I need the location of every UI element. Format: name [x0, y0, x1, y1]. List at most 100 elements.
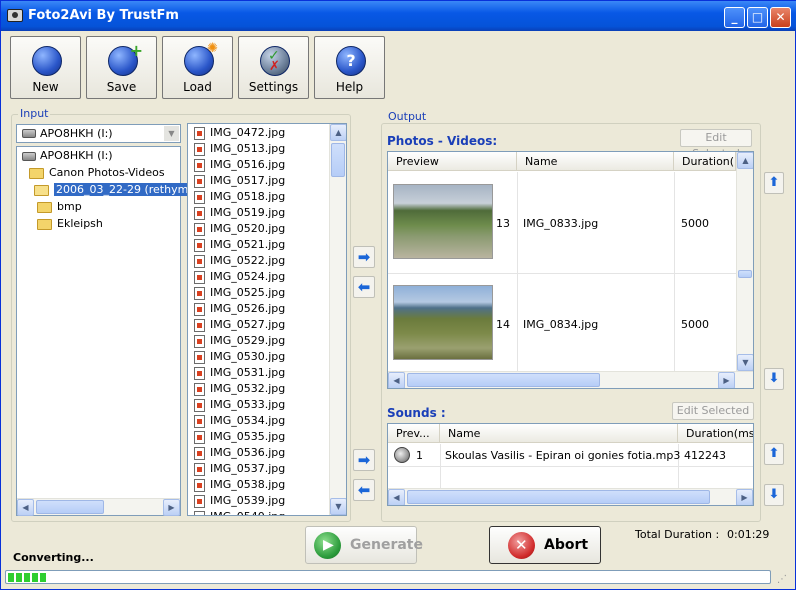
tree-item-label: APO8HKH (I:)	[40, 149, 113, 162]
column-header-preview[interactable]: Prev...	[388, 424, 440, 443]
file-list-item[interactable]: IMG_0516.jpg	[194, 157, 285, 173]
file-list-item[interactable]: IMG_0538.jpg	[194, 477, 285, 493]
image-file-icon	[194, 238, 205, 252]
scroll-left-icon[interactable]: ◀	[17, 499, 34, 516]
file-list[interactable]: IMG_0472.jpg IMG_0513.jpg IMG_0516.jpg IMG_…	[187, 123, 347, 516]
maximize-button[interactable]: □	[747, 7, 768, 28]
row-duration: 5000	[681, 318, 709, 331]
title-bar[interactable]: Foto2Avi By TrustFm _ □ ✕	[1, 1, 796, 31]
file-list-item[interactable]: IMG_0520.jpg	[194, 221, 285, 237]
scroll-left-icon[interactable]: ◀	[388, 372, 405, 388]
tree-item-folder-selected[interactable]: 2006_03_22-29 (rethymno)	[34, 182, 209, 198]
photo-thumbnail	[393, 184, 493, 259]
column-header-duration[interactable]: Duration(m	[674, 152, 736, 171]
scrollbar-thumb[interactable]	[407, 490, 710, 504]
save-button[interactable]: + Save	[86, 36, 157, 99]
file-name: IMG_0521.jpg	[210, 238, 286, 251]
file-list-item[interactable]: IMG_0518.jpg	[194, 189, 285, 205]
row-divider	[388, 273, 736, 274]
load-button[interactable]: ✺ Load	[162, 36, 233, 99]
row-index: 1	[416, 449, 423, 462]
column-header-name[interactable]: Name	[517, 152, 674, 171]
file-list-item[interactable]: IMG_0525.jpg	[194, 285, 285, 301]
drive-select[interactable]: APO8HKH (I:) ▼	[16, 124, 181, 143]
scrollbar-thumb[interactable]	[407, 373, 600, 387]
file-list-item[interactable]: IMG_0529.jpg	[194, 333, 285, 349]
chevron-down-icon[interactable]: ▼	[164, 126, 179, 141]
move-photo-up-button[interactable]: ⬆	[764, 172, 784, 194]
sounds-table[interactable]: Prev... Name Duration(ms) 1 Skoulas Vasi…	[387, 423, 754, 506]
move-sound-down-button[interactable]: ⬇	[764, 484, 784, 506]
move-photo-down-button[interactable]: ⬇	[764, 368, 784, 390]
column-header-preview[interactable]: Preview	[388, 152, 517, 171]
settings-button[interactable]: ✓ ✗ Settings	[238, 36, 309, 99]
new-button[interactable]: New	[10, 36, 81, 99]
file-list-vertical-scrollbar[interactable]: ▲ ▼	[329, 124, 346, 515]
progress-block	[32, 573, 38, 582]
file-list-item[interactable]: IMG_0534.jpg	[194, 413, 285, 429]
file-name: IMG_0535.jpg	[210, 430, 286, 443]
minimize-button[interactable]: _	[724, 7, 745, 28]
resize-grip-icon[interactable]: ⋰	[777, 574, 789, 586]
file-list-item[interactable]: IMG_0540.jpg	[194, 509, 285, 515]
drive-icon	[22, 129, 36, 138]
drive-icon	[22, 151, 36, 161]
arrow-right-icon: ➡	[357, 451, 371, 469]
file-list-item[interactable]: IMG_0539.jpg	[194, 493, 285, 509]
file-list-item[interactable]: IMG_0533.jpg	[194, 397, 285, 413]
scroll-down-icon[interactable]: ▼	[737, 354, 753, 371]
tree-horizontal-scrollbar[interactable]: ◀ ▶	[17, 498, 180, 516]
help-button[interactable]: ? Help	[314, 36, 385, 99]
file-list-item[interactable]: IMG_0472.jpg	[194, 125, 285, 141]
tree-item-folder[interactable]: bmp	[37, 199, 82, 215]
file-list-item[interactable]: IMG_0522.jpg	[194, 253, 285, 269]
scroll-down-icon[interactable]: ▼	[330, 498, 346, 515]
photos-horizontal-scrollbar[interactable]: ◀ ▶	[388, 371, 753, 388]
file-list-item[interactable]: IMG_0526.jpg	[194, 301, 285, 317]
file-list-item[interactable]: IMG_0537.jpg	[194, 461, 285, 477]
add-to-output-button[interactable]: ➡	[353, 246, 375, 268]
file-name: IMG_0531.jpg	[210, 366, 286, 379]
tree-item-drive[interactable]: APO8HKH (I:)	[22, 148, 113, 164]
scroll-up-icon[interactable]: ▲	[330, 124, 346, 141]
column-header-name[interactable]: Name	[440, 424, 678, 443]
tree-item-folder[interactable]: Ekleipsh	[37, 216, 103, 232]
file-list-item[interactable]: IMG_0527.jpg	[194, 317, 285, 333]
progress-bar	[5, 570, 771, 584]
file-list-item[interactable]: IMG_0524.jpg	[194, 269, 285, 285]
remove-from-output-button[interactable]: ⬅	[353, 276, 375, 298]
remove-sound-button[interactable]: ⬅	[353, 479, 375, 501]
file-list-item[interactable]: IMG_0519.jpg	[194, 205, 285, 221]
tree-item-folder[interactable]: Canon Photos-Videos	[29, 165, 165, 181]
scrollbar-thumb[interactable]	[36, 500, 104, 514]
generate-button[interactable]: ▶ Generate	[305, 526, 423, 564]
column-header-duration[interactable]: Duration(ms)	[678, 424, 753, 443]
scroll-left-icon[interactable]: ◀	[388, 489, 405, 505]
edit-selected-photos-button[interactable]: Edit Selected	[680, 129, 752, 160]
photos-table-header: Preview Name Duration(m	[388, 152, 736, 171]
scroll-right-icon[interactable]: ▶	[718, 372, 735, 388]
file-list-item[interactable]: IMG_0513.jpg	[194, 141, 285, 157]
photos-vertical-scrollbar[interactable]: ▲ ▼	[736, 152, 753, 371]
scrollbar-thumb[interactable]	[738, 270, 752, 278]
add-sound-button[interactable]: ➡	[353, 449, 375, 471]
close-button[interactable]: ✕	[770, 7, 791, 28]
scrollbar-thumb[interactable]	[331, 143, 345, 177]
abort-button[interactable]: ✕ Abort	[489, 526, 601, 564]
photos-table[interactable]: Preview Name Duration(m 13 IMG_0833.jpg …	[387, 151, 754, 389]
edit-selected-sounds-button[interactable]: Edit Selected	[672, 402, 754, 420]
scroll-right-icon[interactable]: ▶	[163, 499, 180, 516]
file-name: IMG_0532.jpg	[210, 382, 286, 395]
file-list-item[interactable]: IMG_0536.jpg	[194, 445, 285, 461]
file-list-item[interactable]: IMG_0530.jpg	[194, 349, 285, 365]
file-list-item[interactable]: IMG_0535.jpg	[194, 429, 285, 445]
folder-tree[interactable]: APO8HKH (I:) Canon Photos-Videos 2006_03…	[16, 146, 209, 516]
scroll-up-icon[interactable]: ▲	[737, 152, 753, 169]
sounds-horizontal-scrollbar[interactable]: ◀ ▶	[388, 488, 753, 505]
file-list-item[interactable]: IMG_0531.jpg	[194, 365, 285, 381]
file-list-item[interactable]: IMG_0517.jpg	[194, 173, 285, 189]
file-list-item[interactable]: IMG_0532.jpg	[194, 381, 285, 397]
scroll-right-icon[interactable]: ▶	[736, 489, 753, 505]
move-sound-up-button[interactable]: ⬆	[764, 443, 784, 465]
file-list-item[interactable]: IMG_0521.jpg	[194, 237, 285, 253]
